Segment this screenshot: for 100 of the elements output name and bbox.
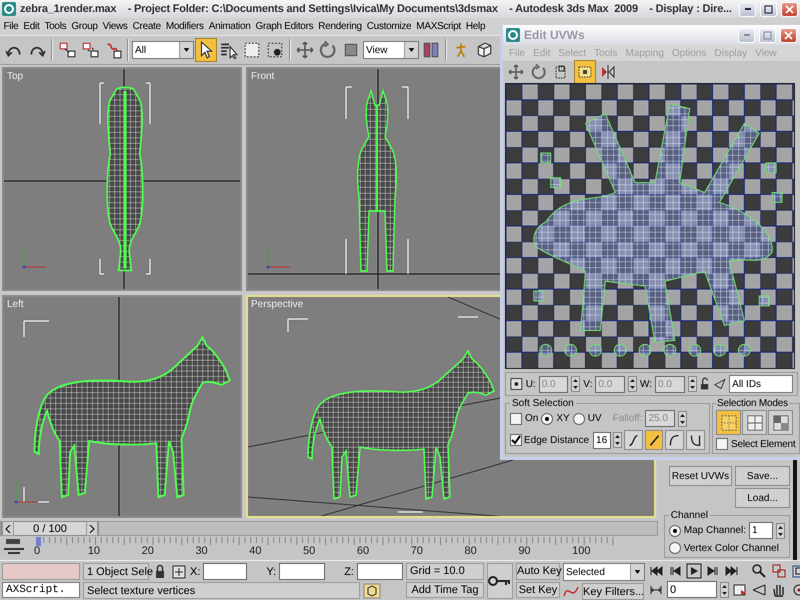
viewport-label[interactable]: Perspective: [251, 298, 304, 310]
spinner-icon[interactable]: [688, 376, 697, 392]
viewport[interactable]: Left: [2, 294, 242, 518]
radio-button[interactable]: [541, 412, 554, 424]
menu-item[interactable]: MAXScript: [414, 21, 464, 32]
coordinate-field[interactable]: [279, 563, 326, 580]
frame-number: 90: [518, 545, 532, 557]
spinner-icon[interactable]: [628, 376, 637, 392]
radio-label: XY: [556, 413, 570, 424]
current-frame-field[interactable]: 0: [666, 581, 717, 598]
dropdown[interactable]: View: [363, 41, 419, 59]
minimize-button[interactable]: [739, 2, 756, 16]
selection-mode-button[interactable]: [768, 410, 793, 435]
window-crossing-icon: [266, 41, 284, 59]
add-time-tag-button[interactable]: Add Time Tag: [406, 582, 484, 598]
maximize-icon: [763, 30, 772, 40]
selection-mode-button[interactable]: [742, 410, 767, 435]
edge-grid-icon: [746, 414, 764, 432]
checkbox[interactable]: [716, 438, 728, 450]
lock-icon[interactable]: [700, 376, 710, 392]
triangle-icon[interactable]: [713, 376, 726, 392]
zoom-all-icon[interactable]: [770, 563, 787, 580]
time-slider-thumb[interactable]: 0 / 100: [1, 521, 99, 536]
falloff-curve-button[interactable]: [644, 430, 664, 450]
skip-forward-icon[interactable]: [724, 563, 740, 579]
toolbar-button[interactable]: [574, 60, 596, 84]
caret-icon[interactable]: [179, 42, 193, 58]
zoom-icon[interactable]: [750, 563, 767, 580]
radio-button[interactable]: [668, 542, 681, 554]
close-button[interactable]: [781, 2, 798, 16]
reset-uvws-button[interactable]: Reset UVWs: [669, 466, 732, 486]
viewport[interactable]: Top: [2, 67, 242, 290]
falloff-curve-button[interactable]: [665, 430, 684, 450]
move-icon: [508, 64, 524, 80]
set-key-button[interactable]: Set Key: [516, 582, 560, 598]
close-button[interactable]: [780, 28, 797, 42]
maxscript-field[interactable]: AXScript.: [2, 582, 80, 598]
radio-label: UV: [588, 413, 602, 424]
axis-tripod-icon: [22, 246, 46, 268]
falloff-curve-button[interactable]: [624, 430, 643, 450]
spinner-icon[interactable]: [776, 522, 785, 538]
dropdown[interactable]: All: [132, 41, 194, 59]
save-button[interactable]: Save...: [735, 466, 790, 486]
timeline-ruler[interactable]: 0 10 20 30 40 50 60 70 80 90 100: [36, 537, 626, 560]
spinner-icon[interactable]: [678, 410, 688, 426]
next-frame-button[interactable]: [86, 521, 98, 536]
viewport-label[interactable]: Left: [7, 298, 24, 310]
id-filter-dropdown[interactable]: All IDs: [729, 375, 794, 393]
menu-item[interactable]: Graph Editors: [253, 21, 316, 32]
menu-item[interactable]: Group: [68, 21, 100, 32]
menu-item[interactable]: Modifiers: [163, 21, 206, 32]
checkbox[interactable]: [510, 412, 522, 424]
selection-mode-button[interactable]: [716, 410, 741, 435]
key-filters-button[interactable]: Key Filters...: [582, 583, 644, 600]
load-button[interactable]: Load...: [735, 488, 790, 508]
set-keys-button[interactable]: [486, 563, 513, 599]
key-mode-dropdown[interactable]: Selected: [562, 563, 645, 581]
maxscript-listener-field[interactable]: [2, 563, 80, 580]
menu-item[interactable]: Create: [130, 21, 164, 32]
field-of-view-icon[interactable]: [750, 582, 767, 598]
time-tag-icon[interactable]: [363, 582, 381, 598]
time-configuration-icon[interactable]: [732, 582, 748, 598]
point-icon[interactable]: [510, 377, 523, 391]
radio-button[interactable]: [572, 412, 585, 424]
viewport-label[interactable]: Front: [251, 71, 274, 82]
spinner-icon[interactable]: [612, 432, 622, 448]
menu-item[interactable]: Tools: [42, 21, 69, 32]
menu-item[interactable]: Customize: [364, 21, 414, 32]
viewport-label[interactable]: Top: [7, 71, 24, 82]
menu-item[interactable]: Animation: [206, 21, 253, 32]
coordinate-label: Y:: [266, 566, 276, 578]
auto-key-button[interactable]: Auto Key: [516, 563, 560, 580]
caret-icon[interactable]: [404, 42, 418, 58]
caret-icon[interactable]: [630, 564, 644, 580]
falloff-curve-button[interactable]: [686, 430, 706, 450]
frame-number: 70: [410, 545, 424, 557]
current-frame-marker[interactable]: [36, 537, 41, 546]
radio-button[interactable]: [668, 524, 681, 536]
frame-number: 80: [464, 545, 478, 557]
play-icon[interactable]: [686, 563, 702, 579]
spinner-icon[interactable]: [571, 376, 580, 392]
previous-frame-button[interactable]: [2, 521, 14, 536]
menu-item[interactable]: File: [1, 21, 21, 32]
menu-item[interactable]: Views: [100, 21, 130, 32]
coordinate-field[interactable]: [203, 563, 248, 580]
menu-item[interactable]: Rendering: [316, 21, 364, 32]
coordinate-field[interactable]: [356, 563, 403, 580]
maximize-button[interactable]: [760, 2, 777, 16]
map-channel-field[interactable]: 1: [749, 522, 773, 539]
menu-item[interactable]: Edit: [20, 21, 42, 32]
time-slider[interactable]: 0 / 100: [0, 521, 658, 536]
skip-back-icon[interactable]: [648, 563, 664, 579]
absolute-mode-icon[interactable]: [171, 564, 187, 580]
toolbar-button[interactable]: [195, 38, 217, 62]
menu-item[interactable]: Help: [463, 21, 488, 32]
edge-distance-field[interactable]: 16: [593, 432, 611, 448]
curve-icon: [668, 434, 682, 446]
spinner-icon[interactable]: [720, 582, 729, 598]
key-icon: [488, 575, 512, 587]
checkbox[interactable]: [510, 434, 522, 446]
